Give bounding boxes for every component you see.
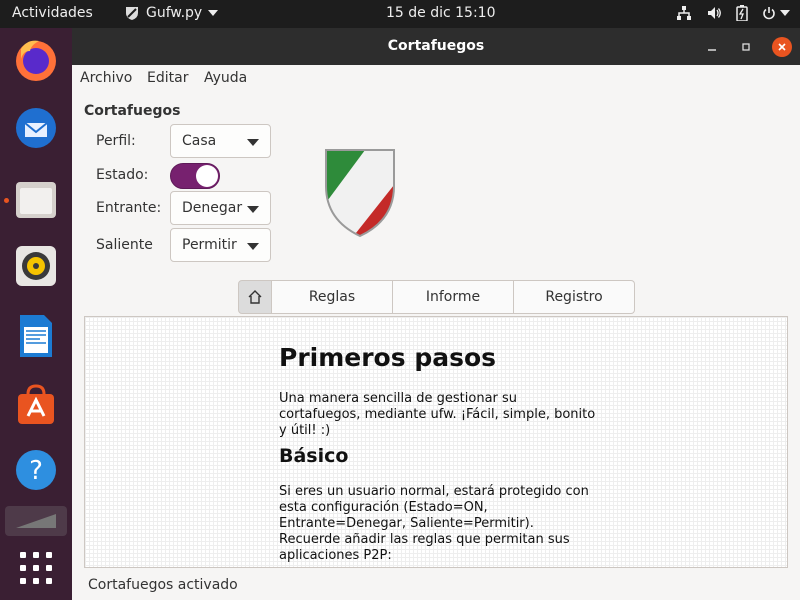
dock-item-help[interactable]: ?	[12, 446, 60, 494]
minimize-button[interactable]	[702, 37, 722, 57]
tab-bar: Reglas Informe Registro	[238, 280, 635, 314]
content-basic-text: Si eres un usuario normal, estará proteg…	[279, 484, 589, 563]
maximize-button[interactable]	[736, 37, 756, 57]
dock-item-thunderbird[interactable]	[12, 104, 60, 152]
saliente-value: Permitir	[182, 237, 237, 253]
content-subheading: Básico	[279, 445, 349, 467]
menu-ayuda[interactable]: Ayuda	[204, 70, 247, 86]
chevron-down-icon	[780, 10, 790, 16]
rhythmbox-icon	[16, 246, 56, 286]
writer-icon	[20, 315, 52, 357]
app-menu[interactable]: Gufw.py	[124, 5, 219, 21]
estado-switch[interactable]	[170, 163, 220, 189]
gufw-app-icon	[126, 7, 138, 20]
tab-informe[interactable]: Informe	[393, 280, 514, 314]
close-button[interactable]	[772, 37, 792, 57]
minimize-icon	[708, 49, 716, 51]
chevron-down-icon	[208, 10, 219, 16]
estado-label: Estado:	[96, 167, 149, 183]
top-bar: Actividades Gufw.py 15 de dic 15:10	[0, 0, 800, 28]
volume-icon	[708, 7, 721, 19]
menu-archivo[interactable]: Archivo	[80, 70, 132, 86]
dock-item-libreoffice-writer[interactable]	[12, 312, 60, 360]
entrante-value: Denegar	[182, 200, 243, 216]
gufw-window: Cortafuegos Archivo Editar Ayuda Cortafu…	[72, 28, 800, 600]
clock[interactable]: 15 de dic 15:10	[386, 5, 495, 21]
tab-reglas[interactable]: Reglas	[272, 280, 393, 314]
system-tray[interactable]	[676, 5, 790, 21]
content-heading: Primeros pasos	[279, 343, 497, 372]
power-icon	[763, 7, 775, 20]
network-icon	[677, 6, 691, 20]
menu-bar: Archivo Editar Ayuda	[72, 65, 800, 91]
switch-knob	[196, 165, 218, 187]
svg-text:?: ?	[29, 456, 43, 486]
content-intro: Una manera sencilla de gestionar su cort…	[279, 391, 596, 438]
perfil-select[interactable]: Casa	[170, 124, 271, 158]
thunderbird-icon	[16, 108, 56, 148]
dock-item-rhythmbox[interactable]	[12, 242, 60, 290]
section-title: Cortafuegos	[84, 103, 181, 119]
entrante-label: Entrante:	[96, 200, 162, 216]
activities-button[interactable]: Actividades	[12, 5, 93, 21]
maximize-icon	[742, 43, 750, 51]
window-title: Cortafuegos	[387, 38, 485, 54]
entrante-select[interactable]: Denegar	[170, 191, 271, 225]
apps-grid-icon	[20, 552, 52, 584]
perfil-label: Perfil:	[96, 133, 136, 149]
chevron-down-icon	[247, 243, 259, 250]
running-indicator	[4, 198, 9, 203]
gufw-shield-logo	[325, 149, 395, 238]
saliente-label: Saliente	[96, 237, 153, 253]
help-icon: ?	[16, 450, 56, 490]
dock-item-files[interactable]	[12, 176, 60, 224]
home-icon	[248, 290, 262, 304]
tab-registro[interactable]: Registro	[514, 280, 635, 314]
title-bar[interactable]: Cortafuegos	[72, 28, 800, 65]
app-menu-label: Gufw.py	[146, 5, 203, 21]
chevron-down-icon	[247, 139, 259, 146]
software-store-icon	[18, 384, 54, 424]
tab-home[interactable]	[238, 280, 272, 314]
files-icon	[16, 182, 56, 218]
dock-item-workspace[interactable]	[5, 506, 67, 536]
dock: ?	[0, 28, 72, 600]
help-content-panel[interactable]: Primeros pasos Una manera sencilla de ge…	[84, 316, 788, 568]
close-icon	[778, 43, 786, 51]
show-applications-button[interactable]	[12, 544, 60, 592]
menu-editar[interactable]: Editar	[147, 70, 188, 86]
battery-icon	[736, 5, 748, 21]
dock-item-ubuntu-software[interactable]	[12, 380, 60, 428]
workspace-thumbnail-icon	[16, 514, 56, 528]
chevron-down-icon	[247, 206, 259, 213]
dock-item-firefox[interactable]	[12, 36, 60, 84]
firefox-icon	[16, 40, 56, 81]
saliente-select[interactable]: Permitir	[170, 228, 271, 262]
perfil-value: Casa	[182, 133, 217, 149]
status-bar: Cortafuegos activado	[88, 577, 238, 593]
